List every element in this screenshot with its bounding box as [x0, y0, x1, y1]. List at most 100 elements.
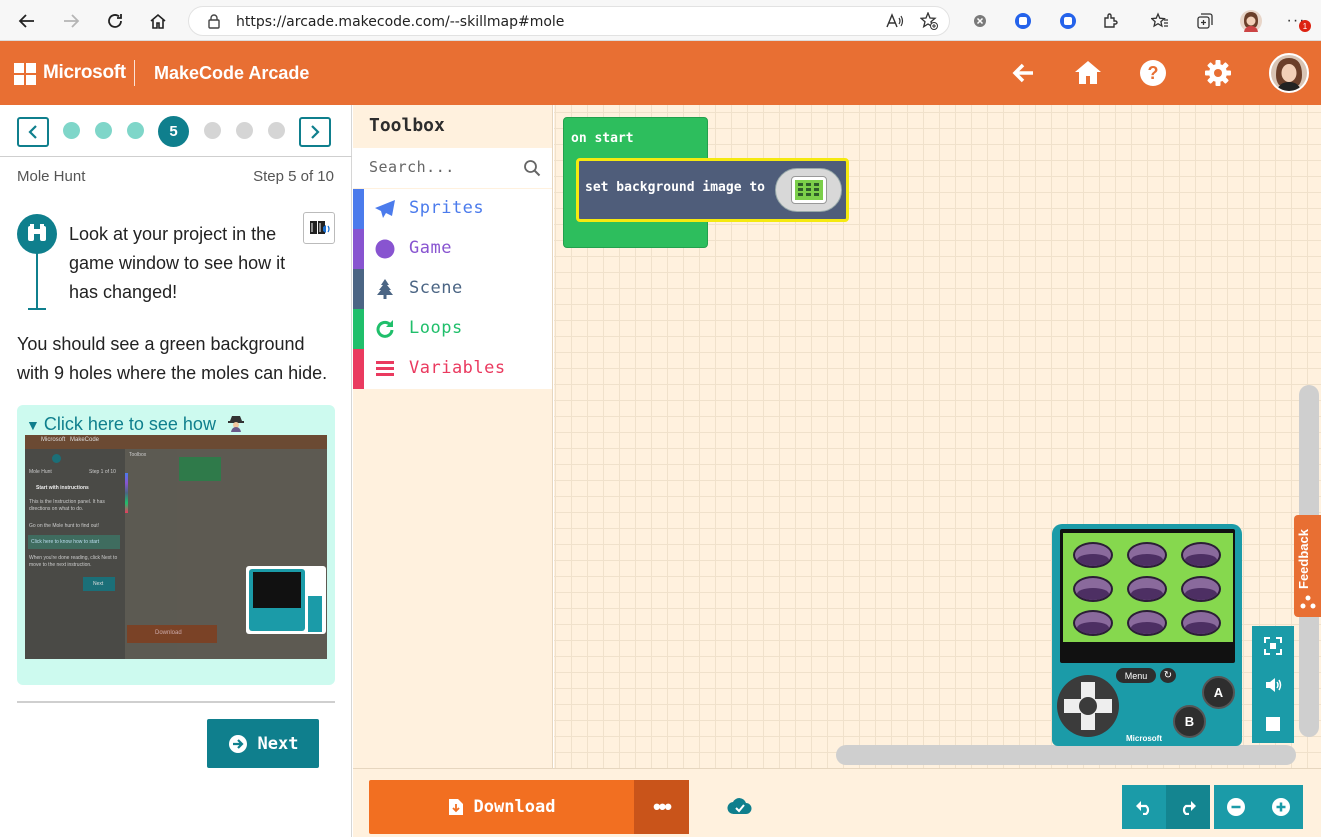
prev-step-button[interactable]: [17, 117, 49, 147]
settings-more-icon[interactable]: ··· 1: [1283, 8, 1311, 34]
help-icon[interactable]: ?: [1137, 57, 1169, 89]
download-label: Download: [473, 797, 556, 817]
immersive-reader-icon: [310, 221, 330, 234]
a-button[interactable]: A: [1202, 676, 1235, 709]
mole-hole: [1127, 610, 1167, 636]
extension-close-icon[interactable]: [967, 8, 993, 34]
profile-avatar[interactable]: [1238, 8, 1264, 34]
binoculars-icon: [17, 214, 57, 254]
category-label: Scene: [409, 278, 463, 298]
extension-blue-icon[interactable]: [1010, 8, 1036, 34]
feedback-tab[interactable]: Feedback: [1294, 515, 1321, 617]
app-header: Microsoft MakeCode Arcade ?: [0, 41, 1321, 105]
step-dot-2[interactable]: [95, 122, 112, 139]
zoom-out-icon: [1227, 798, 1245, 816]
back-arrow-icon[interactable]: [1008, 57, 1040, 89]
undo-icon: [1136, 801, 1150, 815]
restart-icon[interactable]: ↻: [1160, 668, 1176, 683]
fullscreen-button[interactable]: [1252, 626, 1294, 665]
brand-name[interactable]: Microsoft: [43, 62, 126, 84]
user-avatar[interactable]: [1269, 53, 1309, 93]
tutorial-step-label: Step 5 of 10: [253, 168, 334, 185]
step-connector-foot: [28, 308, 46, 310]
extensions-puzzle-icon[interactable]: [1098, 8, 1124, 34]
background-image-thumbnail: [791, 176, 827, 204]
hint-summary-label: Click here to see how: [43, 414, 216, 434]
tutorial-panel: 5 Mole Hunt Step 5 of 10 Look at your pr…: [0, 105, 352, 837]
category-loops[interactable]: Loops: [353, 309, 552, 349]
url-text: https://arcade.makecode.com/--skillmap#m…: [236, 14, 565, 30]
home-icon[interactable]: [1072, 57, 1104, 89]
category-label: Sprites: [409, 198, 485, 218]
workspace-horizontal-scrollbar[interactable]: [836, 745, 1296, 765]
step-dot-6[interactable]: [204, 122, 221, 139]
step-dot-1[interactable]: [63, 122, 80, 139]
toolbox-search: [353, 148, 552, 188]
mole-hole: [1127, 576, 1167, 602]
category-color-bar: [353, 189, 364, 229]
more-options-button[interactable]: •••: [634, 780, 689, 834]
mole-hole: [1073, 542, 1113, 568]
gear-icon[interactable]: [1202, 57, 1234, 89]
search-icon[interactable]: [523, 159, 541, 177]
category-variables[interactable]: Variables: [353, 349, 552, 389]
preview-simulator: [246, 566, 326, 634]
read-aloud-icon[interactable]: [886, 13, 904, 29]
category-game[interactable]: Game: [353, 229, 552, 269]
category-color-bar: [353, 309, 364, 349]
forward-icon[interactable]: [56, 6, 86, 36]
next-step-button[interactable]: [299, 117, 331, 147]
preview-header: Microsoft MakeCode: [25, 435, 327, 449]
simulator-screen[interactable]: [1060, 529, 1235, 663]
paper-plane-icon: [375, 200, 395, 218]
dpad[interactable]: [1057, 675, 1119, 737]
mute-button[interactable]: [1252, 665, 1294, 704]
refresh-icon[interactable]: [100, 6, 130, 36]
triangle-down-icon: ▼: [26, 417, 40, 433]
category-label: Game: [409, 238, 452, 258]
mole-hole: [1181, 576, 1221, 602]
zoom-out-button[interactable]: [1214, 785, 1258, 829]
add-favorite-icon[interactable]: [920, 12, 938, 30]
hint-box[interactable]: ▼ Click here to see how Microsoft MakeCod…: [17, 405, 335, 685]
redo-button[interactable]: [1166, 785, 1210, 829]
category-color-bar: [353, 269, 364, 309]
category-color-bar: [353, 229, 364, 269]
circle-icon: [375, 239, 395, 259]
product-name[interactable]: MakeCode Arcade: [154, 63, 309, 84]
stop-button[interactable]: [1252, 704, 1294, 743]
simulator-brand: Microsoft: [1126, 734, 1162, 743]
step-dot-8[interactable]: [268, 122, 285, 139]
home-icon[interactable]: [143, 6, 173, 36]
back-icon[interactable]: [12, 6, 42, 36]
set-background-label: set background image to: [585, 180, 766, 195]
category-scene[interactable]: Scene: [353, 269, 552, 309]
immersive-reader-button[interactable]: [303, 212, 335, 244]
step-dot-7[interactable]: [236, 122, 253, 139]
address-bar[interactable]: https://arcade.makecode.com/--skillmap#m…: [188, 6, 950, 36]
collections-icon[interactable]: [1192, 8, 1218, 34]
hint-toggle[interactable]: ▼ Click here to see how: [26, 414, 245, 435]
step-dot-current[interactable]: 5: [158, 116, 189, 147]
category-sprites[interactable]: Sprites: [353, 189, 552, 229]
zoom-in-button[interactable]: [1258, 785, 1303, 829]
list-icon: [376, 361, 394, 376]
undo-button[interactable]: [1122, 785, 1166, 829]
image-field[interactable]: [775, 168, 842, 212]
set-background-image-block[interactable]: set background image to: [576, 158, 849, 222]
hint-preview-image: Microsoft MakeCode Mole Hunt Step 1 of 1…: [25, 435, 327, 659]
download-button[interactable]: Download: [369, 780, 634, 834]
next-button[interactable]: Next: [207, 719, 319, 768]
mole-hole: [1181, 542, 1221, 568]
simulator-menu-button[interactable]: Menu: [1116, 668, 1156, 683]
cloud-saved-icon[interactable]: [727, 795, 753, 817]
mole-hole: [1073, 576, 1113, 602]
b-button[interactable]: B: [1173, 705, 1206, 738]
extension-blue-icon-2[interactable]: [1055, 8, 1081, 34]
notification-badge: 1: [1299, 20, 1311, 32]
fullscreen-icon: [1264, 636, 1282, 655]
step-dot-3[interactable]: [127, 122, 144, 139]
favorites-icon[interactable]: [1147, 8, 1173, 34]
game-simulator[interactable]: Menu ↻ A B Microsoft: [1052, 524, 1242, 746]
toolbox-search-input[interactable]: [369, 158, 519, 176]
